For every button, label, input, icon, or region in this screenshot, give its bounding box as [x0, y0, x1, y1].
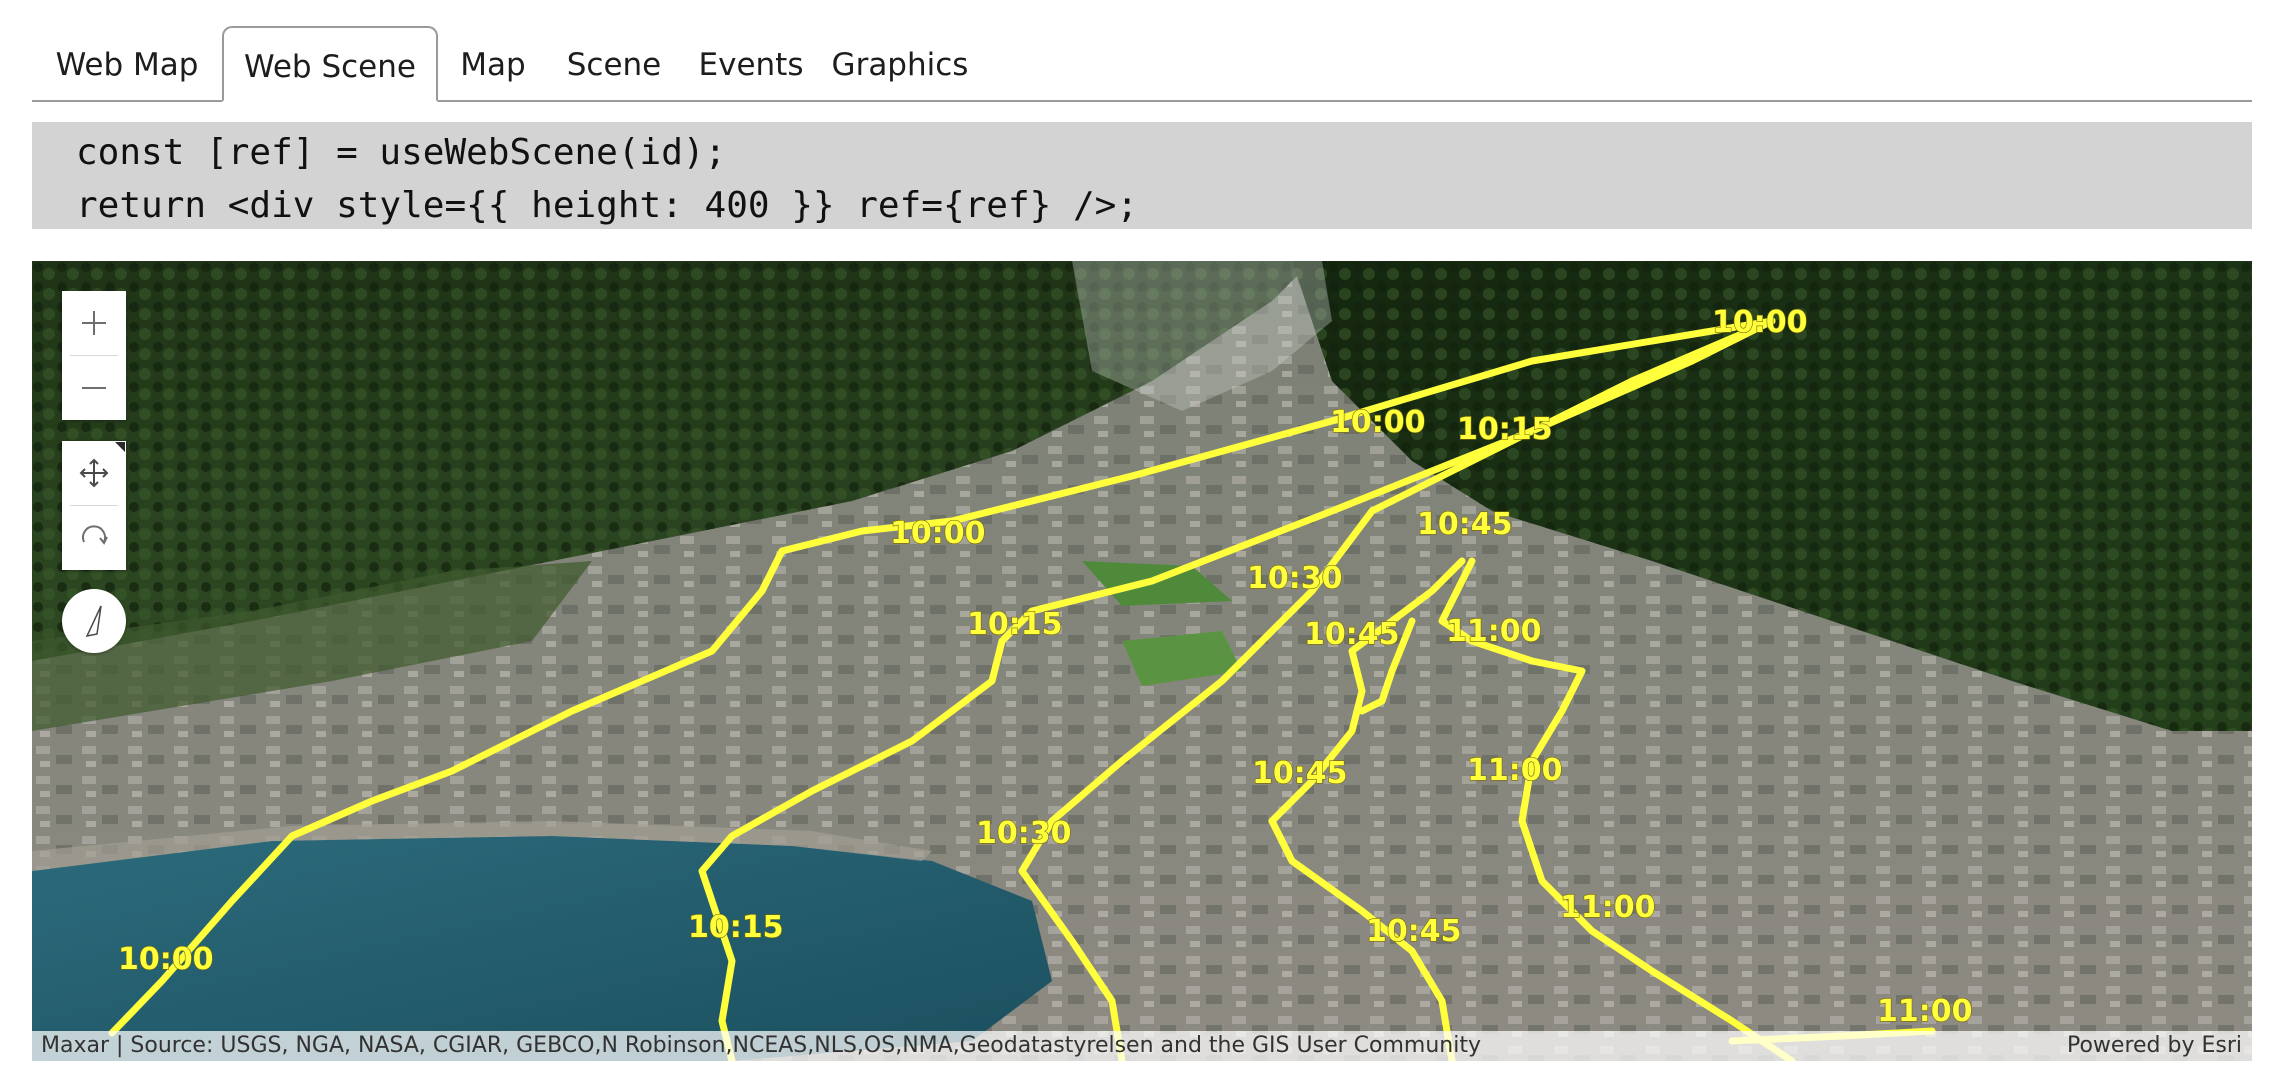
attribution-bar: Maxar | Source: USGS, NGA, NASA, CGIAR, …: [32, 1031, 2252, 1061]
time-label: 10:30: [976, 816, 1072, 851]
tab-scene[interactable]: Scene: [548, 26, 680, 100]
code-snippet: const [ref] = useWebScene(id); return <di…: [32, 122, 2252, 229]
rotate-icon: [82, 525, 108, 545]
time-label: 11:00: [1877, 994, 1973, 1029]
time-label: 11:00: [1446, 614, 1542, 649]
time-label: 10:45: [1252, 756, 1348, 791]
web-scene-view[interactable]: 10:00 10:00 10:15 10:00 10:45 10:15 10:3…: [32, 261, 2252, 1061]
compass-button[interactable]: [62, 589, 126, 653]
powered-by-link[interactable]: Powered by Esri: [2067, 1031, 2242, 1061]
time-label: 10:00: [118, 942, 214, 977]
time-label: 10:15: [688, 910, 784, 945]
tab-map[interactable]: Map: [438, 26, 548, 100]
time-label: 10:45: [1304, 617, 1400, 652]
minus-icon: [82, 387, 106, 389]
active-corner-icon: [115, 442, 125, 452]
tab-events[interactable]: Events: [680, 26, 822, 100]
navigation-toggle: [62, 441, 126, 570]
attribution-text[interactable]: Maxar | Source: USGS, NGA, NASA, CGIAR, …: [41, 1031, 1481, 1061]
zoom-out-button[interactable]: [62, 356, 126, 420]
plus-icon: [82, 311, 106, 335]
time-label: 10:00: [890, 516, 986, 551]
move-arrows-icon: [79, 458, 109, 488]
compass-needle-icon: [85, 605, 102, 638]
time-label: 10:15: [967, 607, 1063, 642]
time-label: 11:00: [1560, 890, 1656, 925]
time-label: 10:15: [1457, 412, 1553, 447]
track-line: [698, 317, 1776, 1061]
time-label: 11:00: [1467, 753, 1563, 788]
code-line-1: const [ref] = useWebScene(id);: [76, 132, 727, 173]
rotate-button[interactable]: [62, 506, 126, 570]
time-label: 10:30: [1247, 561, 1343, 596]
zoom-controls: [62, 291, 126, 420]
tab-web-map[interactable]: Web Map: [32, 26, 222, 100]
time-label: 10:45: [1417, 507, 1513, 542]
tab-graphics[interactable]: Graphics: [822, 26, 978, 100]
tab-bar: Web Map Web Scene Map Scene Events Graph…: [32, 26, 2252, 102]
time-label: 10:45: [1366, 914, 1462, 949]
code-line-2: return <div style={{ height: 400 }} ref=…: [76, 185, 1139, 226]
tab-web-scene[interactable]: Web Scene: [222, 26, 438, 102]
time-label: 10:00: [1330, 405, 1426, 440]
zoom-in-button[interactable]: [62, 291, 126, 355]
pan-button[interactable]: [62, 441, 126, 505]
time-label: 10:00: [1712, 305, 1808, 340]
gps-tracks: 10:00 10:00 10:15 10:00 10:45 10:15 10:3…: [108, 304, 1973, 1061]
